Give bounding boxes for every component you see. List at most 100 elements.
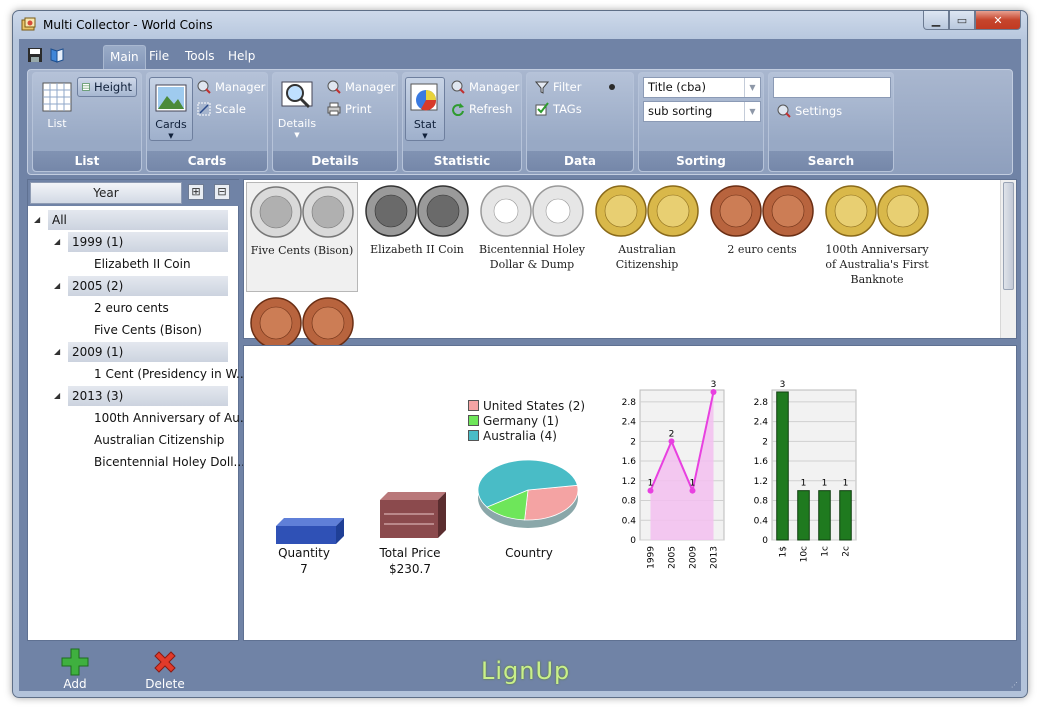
menu-main[interactable]: Main <box>103 45 146 69</box>
y-tick-label: 0.8 <box>754 497 769 507</box>
cards-view: Five Cents (Bison) Elizabeth II Coin Bicen… <box>243 179 1017 349</box>
expand-triangle-icon[interactable]: ◢ <box>54 342 60 362</box>
secondary-sort-select[interactable]: sub sorting ▼ <box>643 101 761 122</box>
stat-view-button[interactable]: Stat ▼ <box>405 77 445 141</box>
tree-item[interactable]: Bicentennial Holey Doll... <box>90 452 245 472</box>
scale-button[interactable]: Scale <box>197 99 246 119</box>
menu-tools[interactable]: Tools <box>179 45 221 69</box>
lignup-logo: LignUp <box>481 657 571 685</box>
tags-button[interactable]: TAGs <box>535 99 582 119</box>
filter-button[interactable]: Filter <box>535 77 581 97</box>
book-icon[interactable] <box>49 47 65 63</box>
cards-scrollbar[interactable] <box>1000 180 1016 338</box>
tree-label: 1 Cent (Presidency in W... <box>94 367 248 381</box>
group-label-data: Data <box>527 151 633 171</box>
details-view-button[interactable]: Details ▼ <box>275 77 319 141</box>
total-price-box-3d <box>380 492 446 538</box>
expand-triangle-icon[interactable]: ◢ <box>54 276 60 296</box>
coin-card[interactable]: 100th Anniversary of Australia's First B… <box>821 182 933 292</box>
cards-view-button[interactable]: Cards ▼ <box>149 77 193 141</box>
height-button[interactable]: Height <box>77 77 137 97</box>
primary-sort-select[interactable]: Title (cba) ▼ <box>643 77 761 98</box>
tree-group[interactable]: ◢ 2009 (1) <box>54 342 228 362</box>
tree-item[interactable]: 2 euro cents <box>90 298 228 318</box>
manager-icon <box>327 80 341 94</box>
list-view-button[interactable]: List <box>35 77 79 141</box>
ribbon-group-search: Settings Search <box>768 72 894 172</box>
tree-label: 2 euro cents <box>94 301 169 315</box>
group-by-year-button[interactable]: Year <box>30 182 182 204</box>
quantity-label: Quantity <box>278 546 330 560</box>
expand-triangle-icon[interactable]: ◢ <box>34 210 40 230</box>
ribbon: List Height List Cards ▼ Manager Scale C… <box>27 69 1013 175</box>
ribbon-group-statistic: Stat ▼ Manager Refresh Statistic <box>402 72 522 172</box>
filter-active-dot <box>609 84 615 90</box>
coin-image <box>825 185 929 237</box>
tree-label: All <box>52 213 67 227</box>
details-manager-button[interactable]: Manager <box>327 77 395 97</box>
tree-group[interactable]: ◢ 2005 (2) <box>54 276 228 296</box>
print-button[interactable]: Print <box>327 99 371 119</box>
tree-item[interactable]: 100th Anniversary of Au... <box>90 408 251 428</box>
collapse-all-button[interactable]: ⊟ <box>214 184 230 200</box>
scrollbar-thumb[interactable] <box>1003 182 1014 290</box>
year-line-chart: 0 0.4 0.8 1.2 1.6 2 2.4 2.8 1 2 1 3 1999 2005 2009 2013 <box>622 380 725 569</box>
grid-icon <box>42 82 72 112</box>
stat-manager-button[interactable]: Manager <box>451 77 519 97</box>
data-label: 1 <box>843 479 849 489</box>
coin-card[interactable]: 2 euro cents <box>706 182 818 292</box>
row-height-icon <box>82 83 90 91</box>
title-bar[interactable]: Multi Collector - World Coins ▁ ▭ ✕ <box>13 11 1027 39</box>
pie-slice <box>524 484 579 521</box>
tree-root[interactable]: ◢ All <box>34 210 228 230</box>
tree-item[interactable]: 1 Cent (Presidency in W... <box>90 364 248 384</box>
search-settings-button[interactable]: Settings <box>777 101 842 121</box>
tree-label: Australian Citizenship <box>94 433 225 447</box>
group-tree-panel: Year ⊞ ⊟ ◢ All ◢ 1999 (1) Elizabeth II Coin ◢… <box>27 179 251 641</box>
app-window: Multi Collector - World Coins ▁ ▭ ✕ Main <box>12 10 1028 698</box>
tree-group[interactable]: ◢ 1999 (1) <box>54 232 228 252</box>
y-tick-label: 0.4 <box>754 516 769 526</box>
coin-card-caption: 100th Anniversary of Australia's First B… <box>825 243 929 286</box>
delete-button[interactable]: Delete <box>135 645 195 691</box>
coin-card[interactable]: Five Cents (Bison) <box>246 182 358 292</box>
data-label: 3 <box>780 380 786 390</box>
ribbon-group-sorting: Title (cba) ▼ sub sorting ▼ Sorting <box>638 72 764 172</box>
expand-triangle-icon[interactable]: ◢ <box>54 386 60 406</box>
coin-card[interactable] <box>246 294 358 349</box>
coin-card-caption: 2 euro cents <box>727 243 797 256</box>
menu-help[interactable]: Help <box>222 45 261 69</box>
close-button[interactable]: ✕ <box>975 11 1021 30</box>
expand-all-button[interactable]: ⊞ <box>188 184 204 200</box>
save-icon[interactable] <box>27 47 43 63</box>
country-legend: United States (2) Germany (1) Australia (4… <box>468 398 585 443</box>
minimize-button[interactable]: ▁ <box>923 11 949 30</box>
tree-group[interactable]: ◢ 2013 (3) <box>54 386 228 406</box>
legend-entry: Australia (4) <box>468 428 585 443</box>
tree-item[interactable]: Elizabeth II Coin <box>90 254 228 274</box>
tree-label: Bicentennial Holey Doll... <box>94 455 245 469</box>
search-input[interactable] <box>773 77 891 98</box>
coin-card[interactable]: Australian Citizenship <box>591 182 703 292</box>
total-price-value: $230.7 <box>389 562 431 576</box>
y-tick-label: 2 <box>630 437 636 447</box>
coin-card-caption: Elizabeth II Coin <box>370 243 464 256</box>
tree-item[interactable]: Australian Citizenship <box>90 430 228 450</box>
tree-item[interactable]: Five Cents (Bison) <box>90 320 228 340</box>
add-button[interactable]: Add <box>45 645 105 691</box>
chevron-down-icon: ▼ <box>744 78 760 97</box>
menu-file[interactable]: File <box>143 45 175 69</box>
data-label: 1 <box>801 479 807 489</box>
country-label: Country <box>505 546 553 560</box>
x-tick-label: 1$ <box>779 546 789 557</box>
data-label: 3 <box>711 380 717 390</box>
coin-card[interactable]: Elizabeth II Coin <box>361 182 473 292</box>
maximize-button[interactable]: ▭ <box>949 11 975 30</box>
coin-card[interactable]: Bicentennial Holey Dollar & Dump <box>476 182 588 292</box>
refresh-button[interactable]: Refresh <box>451 99 512 119</box>
bottom-toolbar: Add Delete LignUp ⋰ <box>19 641 1021 691</box>
legend-label: Germany (1) <box>483 413 559 428</box>
cards-manager-button[interactable]: Manager <box>197 77 265 97</box>
resize-grip[interactable]: ⋰ <box>1011 681 1019 689</box>
expand-triangle-icon[interactable]: ◢ <box>54 232 60 252</box>
